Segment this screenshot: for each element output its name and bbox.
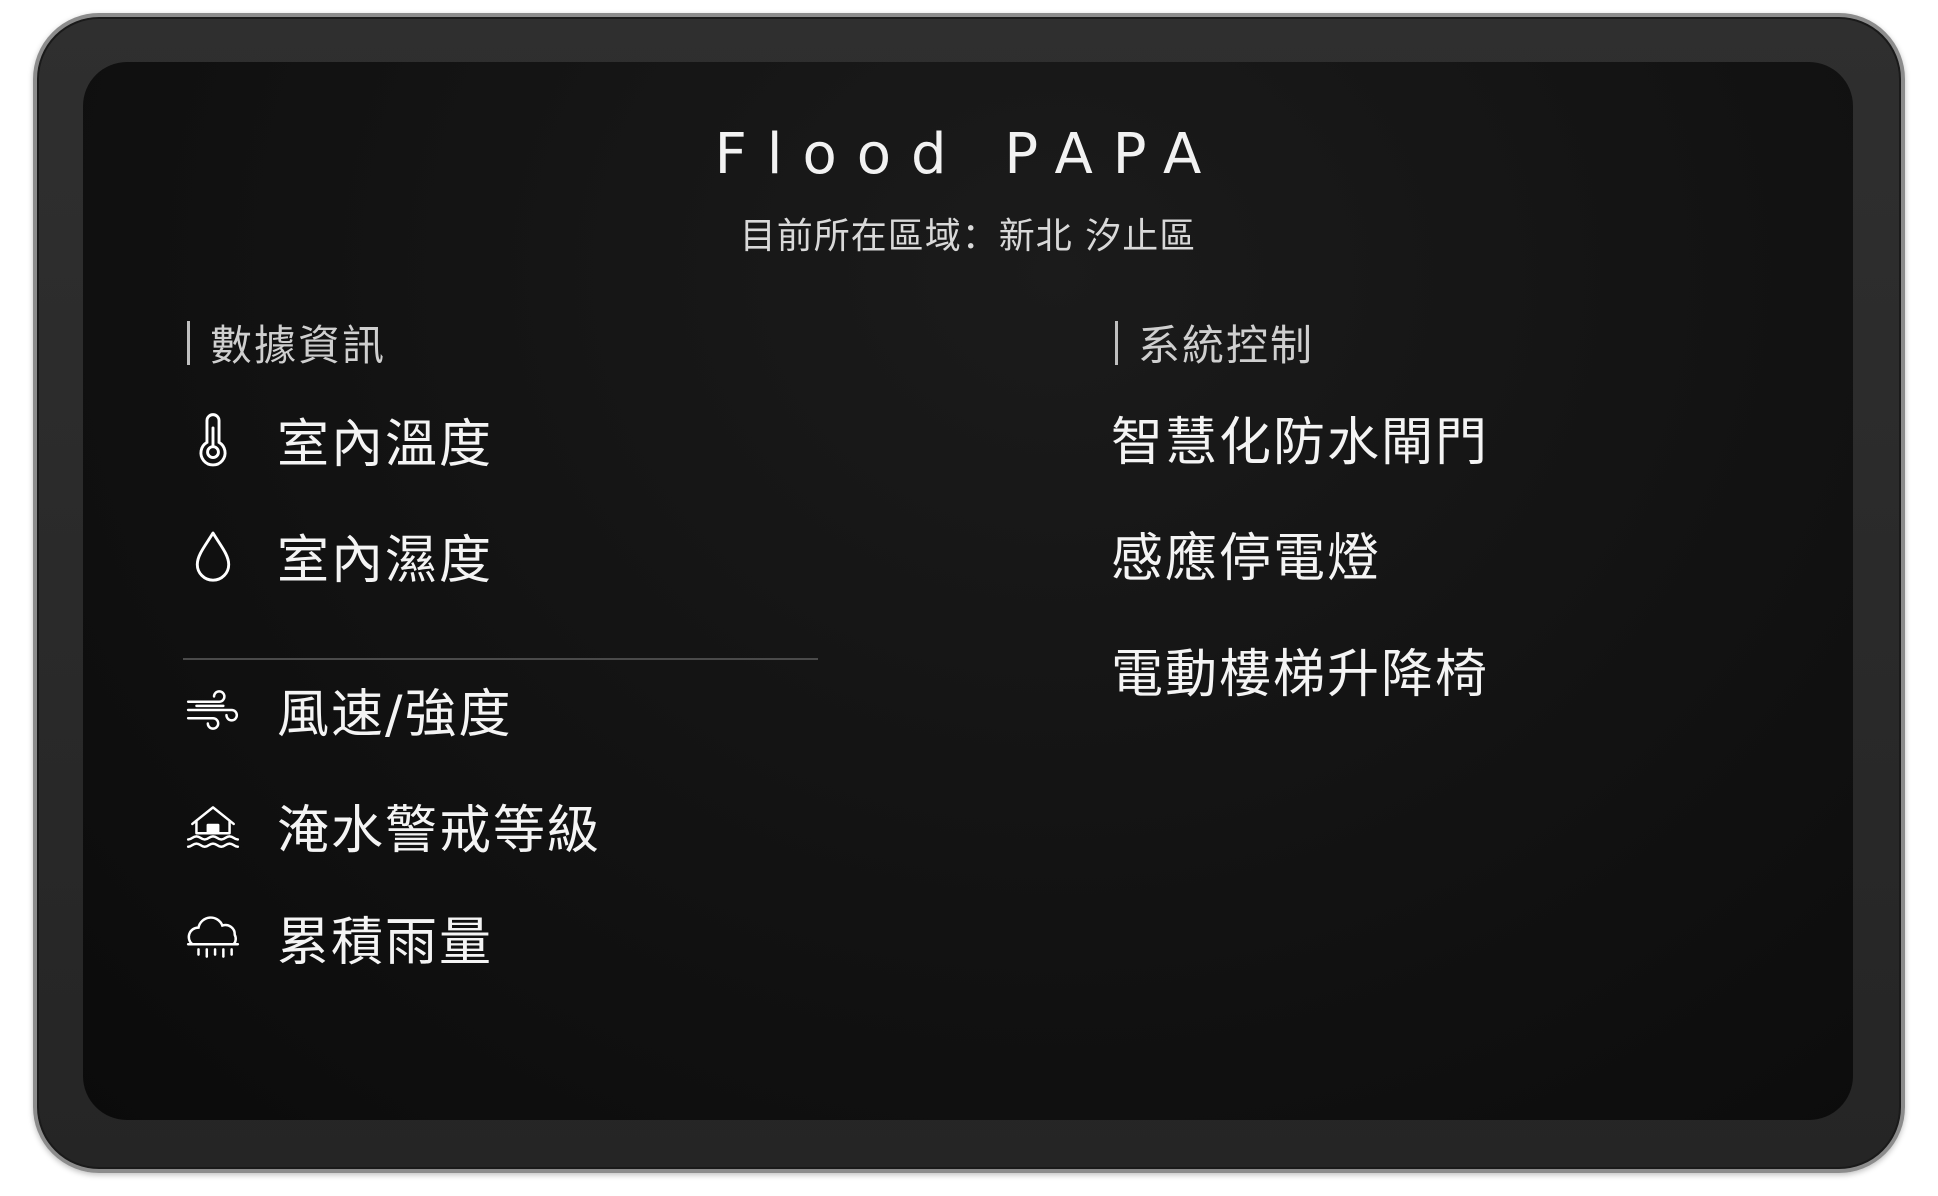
wind-icon: [183, 680, 243, 740]
control-section-heading-text: 系統控制: [1138, 321, 1315, 370]
data-item-label: 室內濕度: [277, 531, 494, 591]
data-item-flood-alert-level[interactable]: 淹水警戒等級: [183, 788, 601, 863]
control-stair-lift-chair[interactable]: 電動樓梯升降椅: [1111, 632, 1489, 707]
data-item-indoor-temperature[interactable]: 室內溫度: [183, 402, 493, 477]
heading-bar: [1115, 320, 1118, 365]
app-screen: Flood PAPA 目前所在區域：新北 汐止區 數據資訊 室內溫度 室內濕度: [83, 62, 1853, 1120]
data-item-indoor-humidity[interactable]: 室內濕度: [183, 518, 493, 593]
heading-bar: [187, 320, 190, 365]
data-item-label: 累積雨量: [277, 913, 494, 973]
data-section-heading-text: 數據資訊: [210, 321, 387, 370]
rain-cloud-icon: [183, 908, 243, 968]
data-item-label: 風速/強度: [277, 685, 513, 745]
data-item-label: 室內溫度: [277, 415, 494, 475]
thermometer-icon: [183, 410, 243, 470]
flooded-house-icon: [183, 796, 243, 856]
data-section-heading: 數據資訊: [187, 312, 386, 373]
control-section-heading: 系統控制: [1115, 312, 1314, 373]
data-item-label: 淹水警戒等級: [277, 801, 602, 861]
app-title: Flood PAPA: [714, 122, 1222, 187]
location-label: 目前所在區域：新北 汐止區: [739, 216, 1197, 257]
control-smart-flood-gate[interactable]: 智慧化防水閘門: [1111, 400, 1489, 475]
section-divider: [183, 658, 818, 660]
water-drop-icon: [183, 526, 243, 586]
data-item-wind-speed[interactable]: 風速/強度: [183, 672, 513, 747]
data-item-accumulated-rainfall[interactable]: 累積雨量: [183, 900, 493, 975]
control-emergency-light[interactable]: 感應停電燈: [1111, 516, 1381, 591]
